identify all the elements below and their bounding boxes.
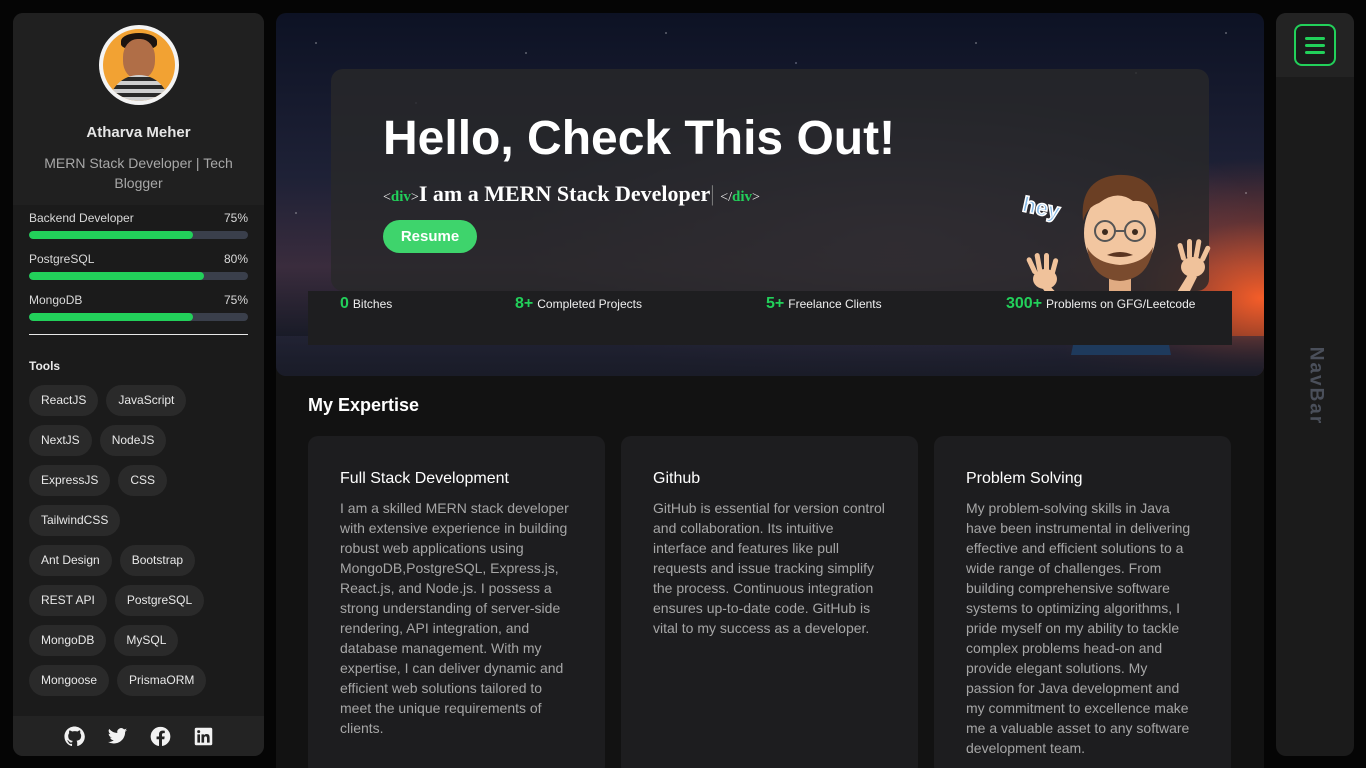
stat-item: 0 Bitches [340,295,392,313]
divider [29,334,248,335]
skill-percent: 75% [223,211,248,225]
hero-card: Hello, Check This Out! <div>I am a MERN … [331,69,1211,355]
github-icon[interactable] [63,725,85,747]
stat-label: Completed Projects [537,297,642,311]
stat-number: 8+ [515,295,534,312]
tool-chip: ExpressJS [29,465,111,496]
tools-list: ReactJS JavaScript NextJS NodeJS Express… [13,373,223,696]
tools-title: Tools [29,359,61,373]
skill-progress-fill [29,272,205,280]
profile-role: MERN Stack Developer | Tech Blogger [44,155,233,191]
stat-label: Bitches [352,297,393,311]
expertise-card-title: Full Stack Development [340,470,509,487]
skill-item: Backend Developer 75% [29,211,248,239]
resume-button[interactable]: Resume [383,220,477,253]
stat-number: 300+ [1006,295,1043,312]
expertise-card: Github GitHub is essential for version c… [621,436,918,768]
skill-progress-bar [29,313,248,321]
stat-label: Freelance Clients [788,297,882,311]
navbar-label: NavBar [1298,338,1332,433]
avatar-photo [102,29,175,101]
stat-item: 300+ Problems on GFG/Leetcode [1006,295,1195,313]
navbar-header [1276,13,1354,77]
tag-bracket: < [383,190,391,205]
tool-chip: NextJS [29,425,92,456]
tag-bracket: </ [720,190,732,205]
tag-bracket: > [752,190,760,205]
skills-list: Backend Developer 75% PostgreSQL 80% Mon… [13,205,264,321]
stat-number: 5+ [766,295,785,312]
expertise-card-body: GitHub is essential for version control … [653,500,885,636]
hero-banner: Hello, Check This Out! <div>I am a MERN … [276,13,1264,376]
memoji-hey-text: hey [1021,191,1063,223]
skill-item: PostgreSQL 80% [29,252,248,280]
stat-number: 0 [340,295,349,312]
skill-progress-fill [29,313,194,321]
tool-chip: PostgreSQL [114,585,205,616]
tool-chip: TailwindCSS [29,505,121,536]
tool-chip: REST API [29,585,107,616]
tool-chip: NodeJS [99,425,167,456]
skill-item: MongoDB 75% [29,293,248,321]
navbar-label-text: NavBar [1305,346,1327,425]
tool-chip: ReactJS [29,385,99,416]
facebook-icon[interactable] [150,726,171,747]
skill-percent: 80% [223,252,248,266]
typing-cursor: | [710,181,715,206]
linkedin-icon[interactable] [193,726,214,747]
hamburger-menu-icon[interactable] [1294,24,1336,66]
stat-item: 5+ Freelance Clients [766,295,882,313]
stat-item: 8+ Completed Projects [515,295,642,313]
tool-chip: Mongoose [29,665,110,696]
expertise-card-body: My problem-solving skills in Java have b… [966,500,1191,756]
skill-label: MongoDB [29,293,83,307]
stats-strip: 0 Bitches 8+ Completed Projects 5+ Freelanc… [308,291,1232,345]
skill-progress-fill [29,231,194,239]
main-content: Hello, Check This Out! <div>I am a MERN … [276,13,1264,768]
tool-chip: MySQL [114,625,179,656]
expertise-card-body: I am a skilled MERN stack developer with… [340,500,569,736]
skill-progress-bar [29,272,248,280]
twitter-icon[interactable] [107,726,128,747]
stat-label: Problems on GFG/Leetcode [1046,297,1196,311]
tool-chip: JavaScript [106,385,187,416]
tag-bracket: > [410,190,419,205]
skill-progress-bar [29,231,248,239]
expertise-card: Problem Solving My problem-solving skill… [934,436,1231,768]
expertise-card-title: Github [653,470,701,487]
tool-chip: MongoDB [29,625,107,656]
profile-card: Atharva Meher MERN Stack Developer | Tec… [13,13,264,205]
expertise-title: My Expertise [308,395,420,415]
tag-name: div [732,189,753,205]
right-navbar: NavBar [1276,13,1354,756]
tool-chip: PrismaORM [117,665,207,696]
social-links [13,716,264,756]
tool-chip: Ant Design [29,545,112,576]
tool-chip: CSS [118,465,168,496]
skill-label: Backend Developer [29,211,134,225]
skill-label: PostgreSQL [29,252,95,266]
tool-chip: Bootstrap [119,545,196,576]
expertise-card: Full Stack Development I am a skilled ME… [308,436,605,768]
expertise-card-title: Problem Solving [966,470,1083,487]
sidebar: Atharva Meher MERN Stack Developer | Tec… [13,13,264,756]
tag-name: div [390,189,411,205]
profile-name: Atharva Meher [86,124,191,141]
skill-percent: 75% [223,293,248,307]
avatar [98,25,179,105]
hero-title: Hello, Check This Out! [383,112,896,165]
typing-text: I am a MERN Stack Developer [418,181,711,206]
hero-subtitle: <div>I am a MERN Stack Developer| </div> [383,181,760,207]
